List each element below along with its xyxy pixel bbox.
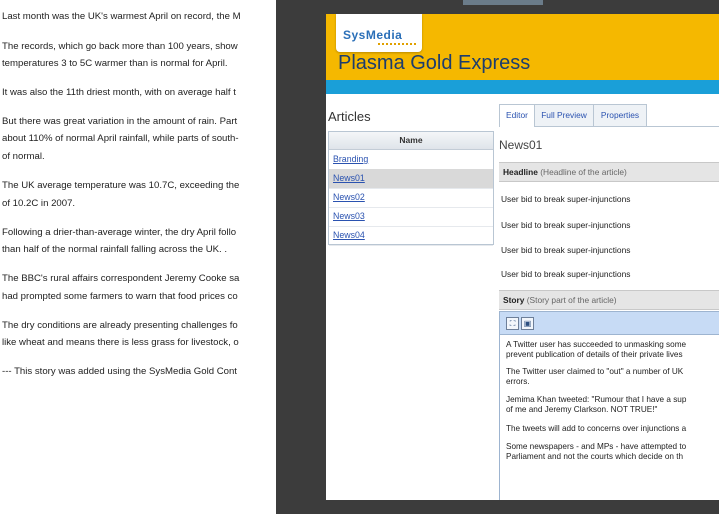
headline-text: User bid to break super-injunctions [501,194,631,204]
article-line: The records, which go back more than 100… [2,41,238,52]
article-item-news03[interactable]: News03 [329,207,493,227]
story-line: errors. [506,377,530,386]
plasma-gold-window: SysMedia Plasma Gold Express Articles Na… [326,14,719,500]
article-link[interactable]: News04 [333,230,365,240]
story-line: Parliament and not the courts which deci… [506,452,684,461]
logo-text: SysMedia [343,28,403,42]
source-icon[interactable]: ▣ [521,317,534,330]
article-line: Last month was the UK's warmest April on… [2,11,241,22]
story-line: A Twitter user has succeeded to unmaskin… [506,340,687,349]
story-line: of me and Jeremy Clarkson. NOT TRUE!" [506,405,658,414]
article-link[interactable]: News01 [333,173,365,183]
article-item-branding[interactable]: Branding [329,150,493,170]
window-gap-bottom [326,500,719,514]
article-link[interactable]: News02 [333,192,365,202]
headline-field[interactable]: User bid to break super-injunctions [499,188,719,211]
document-title: News01 [499,138,543,152]
story-line: Some newspapers - and MPs - have attempt… [506,442,687,451]
article-line: The dry conditions are already presentin… [2,320,238,331]
articles-title: Articles [328,109,371,124]
article-item-news04[interactable]: News04 [329,226,493,246]
window-gap [276,0,326,514]
article-line: of 10.2C in 2007. [2,198,76,209]
headline-text: User bid to break super-injunctions [501,245,631,255]
article-link[interactable]: News03 [333,211,365,221]
story-line: Jemima Khan tweeted: "Rumour that I have… [506,395,687,404]
article-line: like wheat and means there is less grass… [2,337,239,348]
article-line: about 110% of normal April rainfall, whi… [2,133,239,144]
headline-field[interactable]: User bid to break super-injunctions [499,263,719,286]
logo-dots [378,43,416,45]
article-line: Following a drier-than-average winter, t… [2,227,237,238]
headline-label: Headline [503,167,538,177]
article-line: than half of the normal rainfall falling… [2,244,228,255]
article-line: had prompted some farmers to warn that f… [2,291,238,302]
article-line: --- This story was added using the SysMe… [2,366,237,377]
tab-editor[interactable]: Editor [499,104,535,127]
tab-properties[interactable]: Properties [593,104,647,126]
article-item-news02[interactable]: News02 [329,188,493,208]
article-item-news01[interactable]: News01 [329,169,493,189]
article-link[interactable]: Branding [333,154,368,164]
articles-list: Name Branding News01 News02 News03 News0… [328,131,494,246]
app-header: SysMedia Plasma Gold Express [326,14,719,80]
headline-section-header[interactable]: Headline (Headline of the article) [499,162,719,182]
background-window-strip [463,0,543,5]
story-toolbar: ⛶ ▣ [500,312,719,335]
story-editor[interactable]: ⛶ ▣ A Twitter user has succeeded to unma… [499,311,719,500]
story-line: The tweets will add to concerns over inj… [506,424,687,433]
story-section-header[interactable]: Story (Story part of the article) [499,290,719,310]
headline-text: User bid to break super-injunctions [501,220,631,230]
headline-field[interactable]: User bid to break super-injunctions [499,239,719,262]
editor-tabs: Editor Full Preview Properties [499,104,719,127]
article-line: It was also the 11th driest month, with … [2,87,236,98]
app-title: Plasma Gold Express [338,52,531,74]
article-preview-text: Last month was the UK's warmest April on… [0,0,276,514]
sysmedia-logo[interactable]: SysMedia [336,14,422,52]
header-band [326,80,719,94]
article-line: temperatures 3 to 5C warmer than is norm… [2,58,228,69]
article-line: But there was great variation in the amo… [2,116,238,127]
story-line: The Twitter user claimed to "out" a numb… [506,367,684,376]
name-column-header[interactable]: Name [329,132,493,150]
article-line: The BBC's rural affairs correspondent Je… [2,273,240,284]
headline-text: User bid to break super-injunctions [501,269,631,279]
article-line: of normal. [2,151,45,162]
tab-full-preview[interactable]: Full Preview [534,104,594,126]
story-label: Story [503,295,525,305]
article-line: The UK average temperature was 10.7C, ex… [2,180,240,191]
fullscreen-icon[interactable]: ⛶ [506,317,519,330]
story-hint: (Story part of the article) [526,295,617,305]
story-line: prevent publication of details of their … [506,350,683,359]
headline-hint: (Headline of the article) [540,167,627,177]
headline-field[interactable]: User bid to break super-injunctions [499,214,719,237]
